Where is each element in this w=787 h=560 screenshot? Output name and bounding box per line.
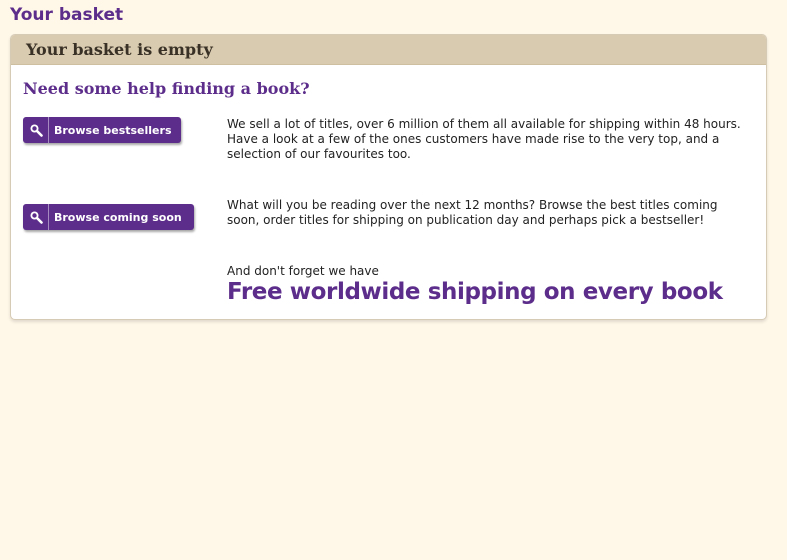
coming-soon-description: What will you be reading over the next 1… bbox=[227, 198, 718, 227]
search-icon bbox=[23, 204, 49, 230]
empty-basket-panel: Your basket is empty Need some help find… bbox=[10, 34, 767, 320]
page-title: Your basket bbox=[10, 5, 124, 25]
browse-coming-soon-label: Browse coming soon bbox=[54, 210, 182, 224]
panel-header: Your basket is empty bbox=[11, 35, 766, 65]
browse-bestsellers-label: Browse bestsellers bbox=[54, 123, 172, 137]
shipping-intro: And don't forget we have bbox=[227, 264, 379, 278]
search-icon bbox=[23, 117, 49, 143]
browse-bestsellers-button[interactable]: Browse bestsellers bbox=[23, 117, 181, 143]
bestsellers-description: We sell a lot of titles, over 6 million … bbox=[227, 117, 741, 161]
help-heading: Need some help finding a book? bbox=[23, 79, 310, 98]
free-shipping-banner: Free worldwide shipping on every book bbox=[227, 279, 723, 305]
browse-coming-soon-button[interactable]: Browse coming soon bbox=[23, 204, 194, 230]
